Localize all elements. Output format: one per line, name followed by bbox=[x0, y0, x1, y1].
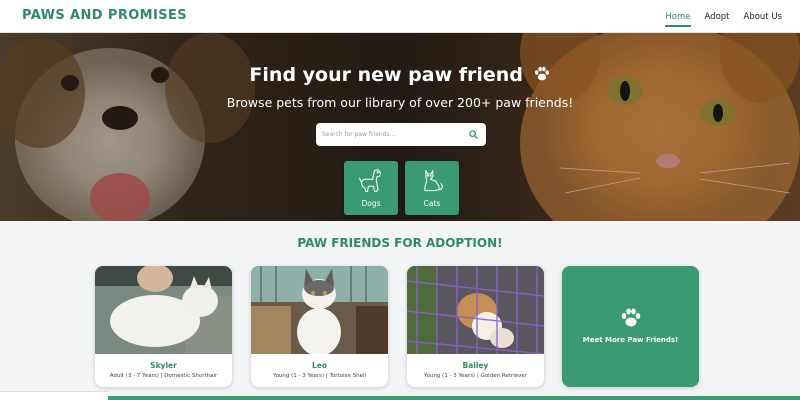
nav-link-adopt[interactable]: Adopt bbox=[705, 10, 730, 24]
meet-more-label: Meet More Paw Friends! bbox=[582, 336, 679, 344]
site-logo[interactable]: PAWS AND PROMISES bbox=[22, 8, 187, 23]
pet-card-bailey[interactable]: Bailey Young (1 - 3 Years) | Golden Retr… bbox=[407, 266, 544, 387]
dogs-category-button[interactable]: Dogs bbox=[344, 161, 398, 215]
nav-links: Home Adopt About Us bbox=[665, 0, 782, 33]
hero-banner: Find your new paw friend Browse pets fro… bbox=[0, 33, 800, 221]
dog-icon bbox=[359, 169, 382, 193]
meet-more-paw-friends-card[interactable]: Meet More Paw Friends! bbox=[562, 266, 699, 387]
paw-icon bbox=[534, 66, 549, 81]
cats-category-label: Cats bbox=[423, 199, 441, 208]
pet-name: Skyler bbox=[150, 361, 177, 370]
pet-card-leo[interactable]: Leo Young (1 - 3 Years) | Tortoise Shell bbox=[251, 266, 388, 387]
pet-card-skyler[interactable]: Skyler Adult (3 - 7 Years) | Domestic Sh… bbox=[95, 266, 232, 387]
pet-name: Bailey bbox=[462, 361, 489, 370]
hero-title-text: Find your new paw friend bbox=[249, 64, 523, 86]
cat-icon bbox=[424, 169, 443, 192]
paw-icon bbox=[621, 308, 641, 327]
pet-photo-bailey bbox=[407, 266, 544, 354]
search-icon[interactable] bbox=[468, 129, 479, 140]
pet-photo-skyler bbox=[95, 266, 232, 354]
hero-subtitle: Browse pets from our library of over 200… bbox=[226, 95, 574, 110]
search-input[interactable] bbox=[322, 123, 462, 146]
top-navbar: PAWS AND PROMISES Home Adopt About Us bbox=[0, 0, 800, 33]
search-bar bbox=[316, 123, 486, 146]
pet-details: Adult (3 - 7 Years) | Domestic Shorthair bbox=[109, 373, 218, 379]
hero-title: Find your new paw friend bbox=[0, 64, 800, 86]
footer-tab bbox=[0, 391, 108, 400]
dogs-category-label: Dogs bbox=[361, 199, 381, 208]
pet-details: Young (1 - 3 Years) | Tortoise Shell bbox=[272, 373, 367, 379]
pet-name: Leo bbox=[311, 361, 328, 370]
cats-category-button[interactable]: Cats bbox=[405, 161, 459, 215]
adoption-section-title: PAW FRIENDS FOR ADOPTION! bbox=[297, 236, 503, 250]
pet-photo-leo bbox=[251, 266, 388, 354]
nav-link-home[interactable]: Home bbox=[665, 10, 691, 27]
footer-bar bbox=[0, 396, 800, 400]
nav-link-about-us[interactable]: About Us bbox=[744, 10, 782, 24]
pet-details: Young (1 - 3 Years) | Golden Retriever bbox=[423, 373, 528, 379]
